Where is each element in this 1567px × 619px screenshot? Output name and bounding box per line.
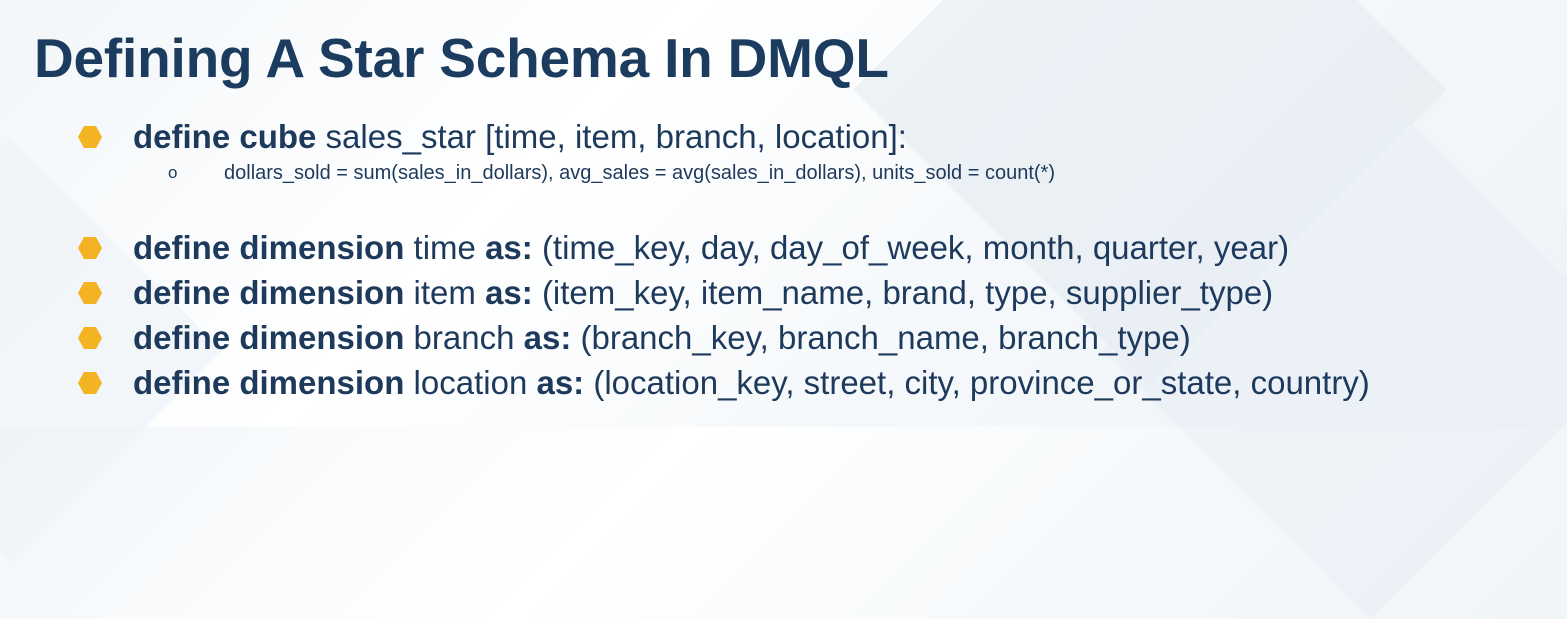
bullet-dimension-location: define dimension location as: (location_… <box>78 362 1370 404</box>
keyword-define-dimension: define dimension <box>133 319 405 356</box>
cube-definition: sales_star [time, item, branch, location… <box>325 118 907 155</box>
dimension-name: location <box>413 364 528 401</box>
dimension-attributes: (time_key, day, day_of_week, month, quar… <box>541 229 1290 266</box>
hexagon-bullet-icon <box>78 126 102 148</box>
measure-definitions: dollars_sold = sum(sales_in_dollars), av… <box>224 161 1055 184</box>
keyword-as: as: <box>485 229 533 266</box>
slide-title: Defining A Star Schema In DMQL <box>34 27 889 89</box>
keyword-define-dimension: define dimension <box>133 364 405 401</box>
bullet-define-cube: define cube sales_star [time, item, bran… <box>78 116 907 158</box>
keyword-define-cube: define cube <box>133 118 317 155</box>
dimension-name: time <box>413 229 476 266</box>
circle-bullet-marker: o <box>168 163 178 182</box>
bullet-dimension-time: define dimension time as: (time_key, day… <box>78 227 1289 269</box>
bullet-dimension-branch: define dimension branch as: (branch_key,… <box>78 317 1191 359</box>
hexagon-bullet-icon <box>78 282 102 304</box>
dimension-attributes: (item_key, item_name, brand, type, suppl… <box>541 274 1274 311</box>
keyword-as: as: <box>523 319 572 356</box>
dimension-attributes: (branch_key, branch_name, branch_type) <box>580 319 1191 356</box>
hexagon-bullet-icon <box>78 327 102 349</box>
keyword-as: as: <box>485 274 533 311</box>
dimension-name: item <box>413 274 476 311</box>
dimension-name: branch <box>413 319 515 356</box>
sub-bullet-measures: o dollars_sold = sum(sales_in_dollars), a… <box>168 158 1055 188</box>
hexagon-bullet-icon <box>78 237 102 259</box>
keyword-as: as: <box>536 364 585 401</box>
bullet-dimension-item: define dimension item as: (item_key, ite… <box>78 272 1273 314</box>
keyword-define-dimension: define dimension <box>133 229 405 266</box>
keyword-define-dimension: define dimension <box>133 274 405 311</box>
dimension-attributes: (location_key, street, city, province_or… <box>593 364 1370 401</box>
hexagon-bullet-icon <box>78 372 102 394</box>
